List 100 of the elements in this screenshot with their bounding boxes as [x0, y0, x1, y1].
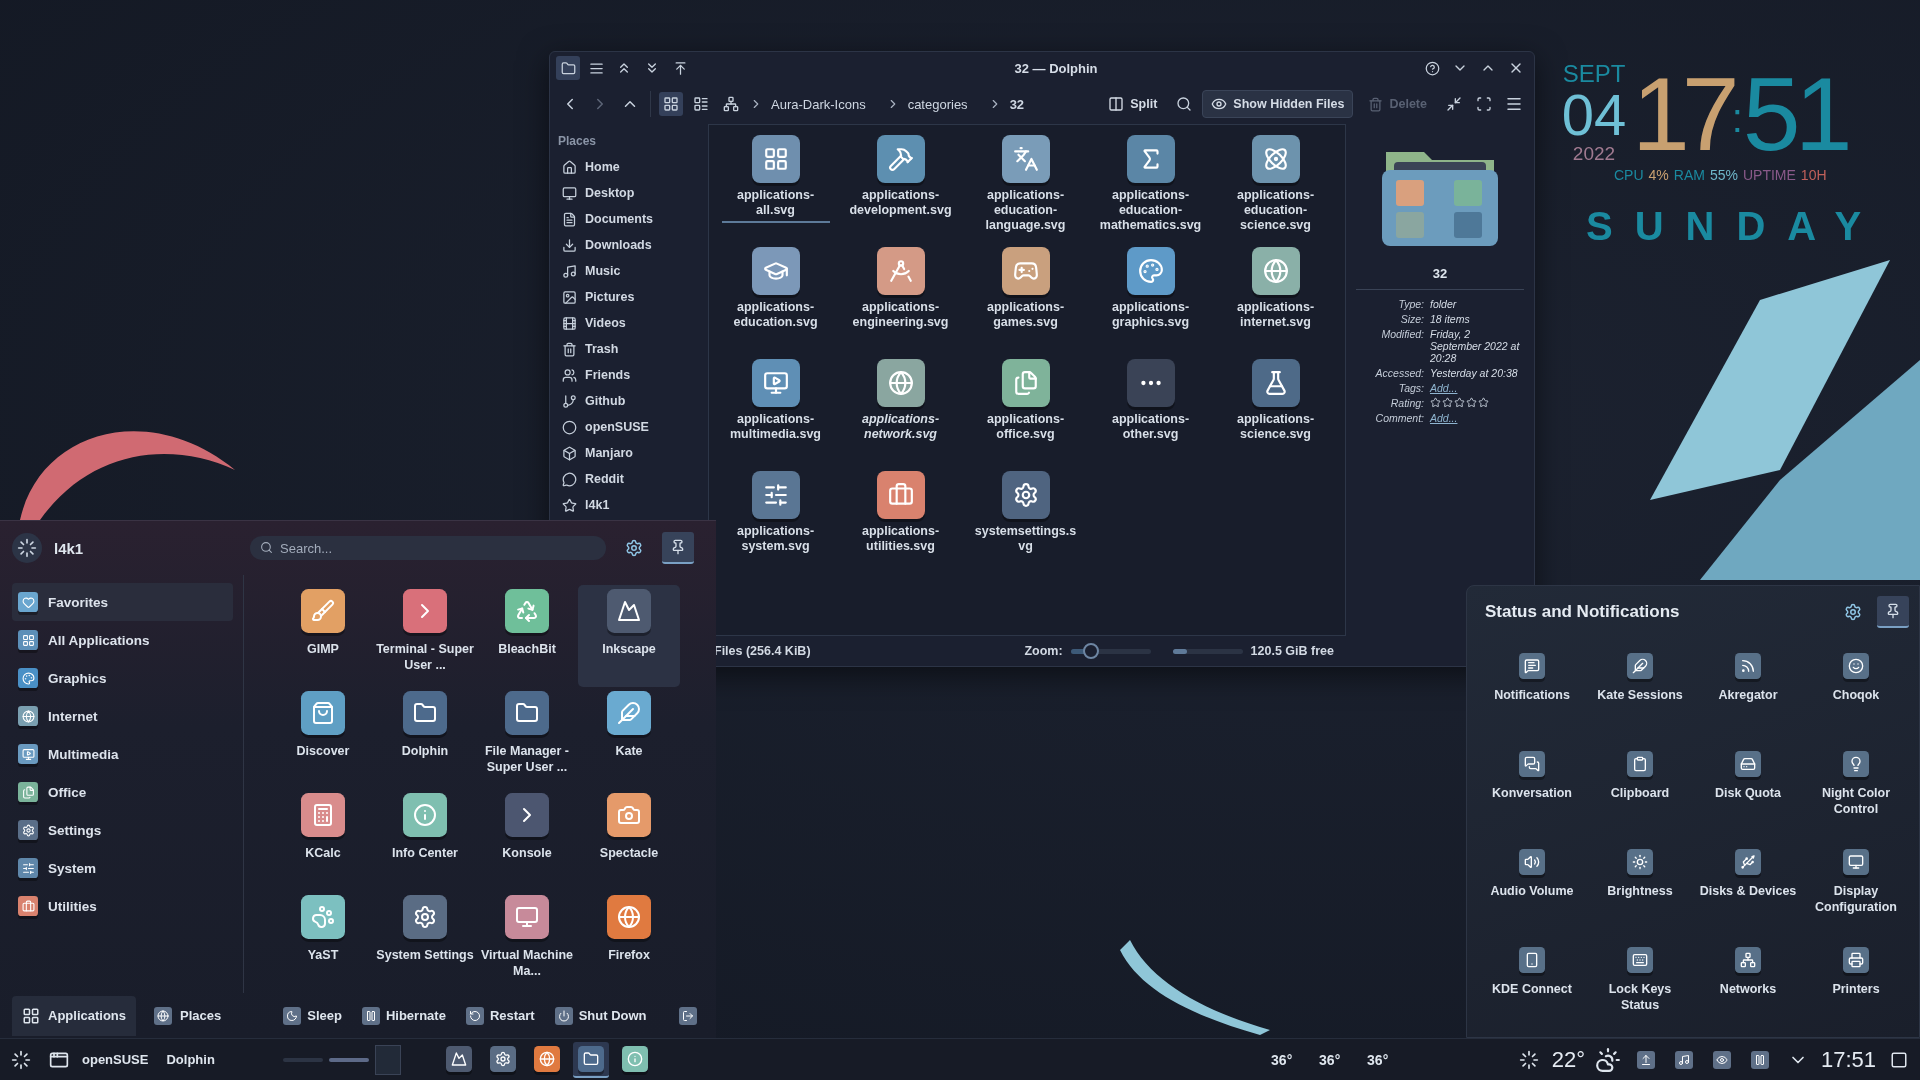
status-item[interactable]: Akregator — [1694, 645, 1802, 743]
star-icon[interactable] — [1430, 397, 1441, 408]
file-name[interactable]: applications-network.svg — [846, 412, 955, 447]
app-item[interactable]: Dolphin — [374, 687, 476, 790]
flask-icon[interactable] — [1251, 359, 1300, 407]
places-item[interactable]: Pictures — [554, 284, 704, 310]
status-item[interactable]: Choqok — [1802, 645, 1910, 743]
places-item[interactable]: Manjaro — [554, 440, 704, 466]
star-icon[interactable] — [1442, 397, 1453, 408]
app-item[interactable]: Konsole — [476, 789, 578, 892]
pin-button[interactable] — [1877, 595, 1909, 628]
search-field[interactable]: Search... — [250, 536, 606, 561]
window-menu-button[interactable] — [556, 56, 580, 80]
globe-icon[interactable] — [1251, 247, 1300, 295]
breadcrumb-item[interactable]: categories — [905, 96, 982, 112]
split-button[interactable]: Split — [1099, 90, 1167, 118]
file-name[interactable]: applications-science.svg — [1221, 412, 1330, 447]
places-item[interactable]: Github — [554, 388, 704, 414]
document-icon[interactable] — [1001, 359, 1050, 407]
app-item[interactable]: Kate — [578, 687, 680, 790]
star-icon[interactable] — [1454, 397, 1465, 408]
status-item[interactable]: Audio Volume — [1478, 841, 1586, 939]
icons-view-button[interactable] — [659, 92, 683, 116]
file-name[interactable]: applications-education-mathematics.svg — [1096, 188, 1205, 238]
file-name[interactable]: applications-system.svg — [721, 524, 830, 559]
task-button[interactable] — [572, 1041, 609, 1078]
ellipsis-icon[interactable] — [1126, 359, 1175, 407]
music-icon[interactable] — [1674, 1050, 1693, 1069]
session-button[interactable]: Shut Down — [548, 1000, 653, 1031]
breadcrumb-item[interactable]: Aura-Dark-Icons — [769, 96, 880, 112]
add-link[interactable]: Add... — [1430, 412, 1458, 424]
file-name[interactable]: applications-education-science.svg — [1221, 188, 1330, 238]
gear-icon[interactable] — [1001, 471, 1050, 519]
status-item[interactable]: Networks — [1694, 939, 1802, 1037]
breadcrumb-item[interactable]: 32 — [1007, 96, 1039, 112]
places-item[interactable]: Reddit — [554, 466, 704, 492]
status-item[interactable]: KDE Connect — [1478, 939, 1586, 1037]
session-button[interactable]: Hibernate — [355, 1000, 452, 1031]
app-item[interactable]: KCalc — [272, 789, 374, 892]
graduation-cap-icon[interactable] — [751, 247, 800, 295]
places-item[interactable]: Home — [554, 154, 704, 180]
file-name[interactable]: applications-office.svg — [971, 412, 1080, 447]
status-item[interactable]: Lock Keys Status — [1586, 939, 1694, 1037]
weather-icon[interactable] — [1594, 1046, 1621, 1073]
app-item[interactable]: GIMP — [272, 585, 374, 688]
app-item[interactable]: Spectacle — [578, 789, 680, 892]
category-item[interactable]: Graphics — [12, 659, 233, 698]
file-name[interactable]: applications-all.svg — [721, 188, 830, 223]
status-item[interactable]: Disk Quota — [1694, 743, 1802, 841]
gamepad-icon[interactable] — [1001, 247, 1050, 295]
math-icon[interactable] — [1126, 135, 1175, 183]
category-item[interactable]: System — [12, 849, 233, 888]
app-item[interactable]: File Manager - Super User ... — [476, 687, 578, 790]
spinner-icon[interactable] — [1518, 1049, 1539, 1070]
app-item[interactable]: Virtual Machine Ma... — [476, 891, 578, 994]
file-name[interactable]: applications-games.svg — [971, 300, 1080, 335]
app-item[interactable]: Info Center — [374, 789, 476, 892]
session-button[interactable]: Restart — [459, 1000, 541, 1031]
places-item[interactable]: Desktop — [554, 180, 704, 206]
grid-icon[interactable] — [751, 135, 800, 183]
avatar[interactable] — [12, 533, 42, 564]
file-name[interactable]: applications-internet.svg — [1221, 300, 1330, 335]
places-item[interactable]: Music — [554, 258, 704, 284]
file-name[interactable]: applications-education.svg — [721, 300, 830, 335]
category-item[interactable]: Multimedia — [12, 735, 233, 774]
file-name[interactable]: applications-development.svg — [846, 188, 955, 223]
file-name[interactable]: applications-engineering.svg — [846, 300, 955, 335]
app-item[interactable]: Firefox — [578, 891, 680, 994]
category-item[interactable]: Settings — [12, 811, 233, 850]
status-item[interactable]: Printers — [1802, 939, 1910, 1037]
launcher-tab[interactable]: Places — [144, 995, 232, 1036]
pause-icon[interactable] — [1750, 1050, 1769, 1069]
places-item[interactable]: Friends — [554, 362, 704, 388]
zoom-slider[interactable] — [1070, 643, 1151, 659]
status-item[interactable]: Disks & Devices — [1694, 841, 1802, 939]
category-item[interactable]: Utilities — [12, 887, 233, 926]
status-item[interactable]: Notifications — [1478, 645, 1586, 743]
briefcase-icon[interactable] — [876, 471, 925, 519]
places-item[interactable]: Trash — [554, 336, 704, 362]
hammer-icon[interactable] — [876, 135, 925, 183]
pin-button[interactable] — [662, 532, 694, 565]
category-item[interactable]: All Applications — [12, 621, 233, 660]
app-item[interactable]: YaST — [272, 891, 374, 994]
language-icon[interactable] — [1001, 135, 1050, 183]
file-name[interactable]: applications-graphics.svg — [1096, 300, 1205, 335]
launcher-icon[interactable] — [11, 1049, 31, 1070]
eye-icon[interactable] — [1712, 1050, 1731, 1069]
places-item[interactable]: l4k1 — [554, 492, 704, 518]
places-item[interactable]: Documents — [554, 206, 704, 232]
star-icon[interactable] — [1478, 397, 1489, 408]
atom-icon[interactable] — [1251, 135, 1300, 183]
status-item[interactable]: Brightness — [1586, 841, 1694, 939]
show-hidden-files-button[interactable]: Show Hidden Files — [1202, 90, 1354, 118]
status-item[interactable]: Clipboard — [1586, 743, 1694, 841]
add-link[interactable]: Add... — [1430, 382, 1458, 394]
file-name[interactable]: applications-multimedia.svg — [721, 412, 830, 447]
star-icon[interactable] — [1466, 397, 1477, 408]
file-name[interactable]: applications-other.svg — [1096, 412, 1205, 447]
category-item[interactable]: Office — [12, 773, 233, 812]
status-item[interactable]: Display Configuration — [1802, 841, 1910, 939]
